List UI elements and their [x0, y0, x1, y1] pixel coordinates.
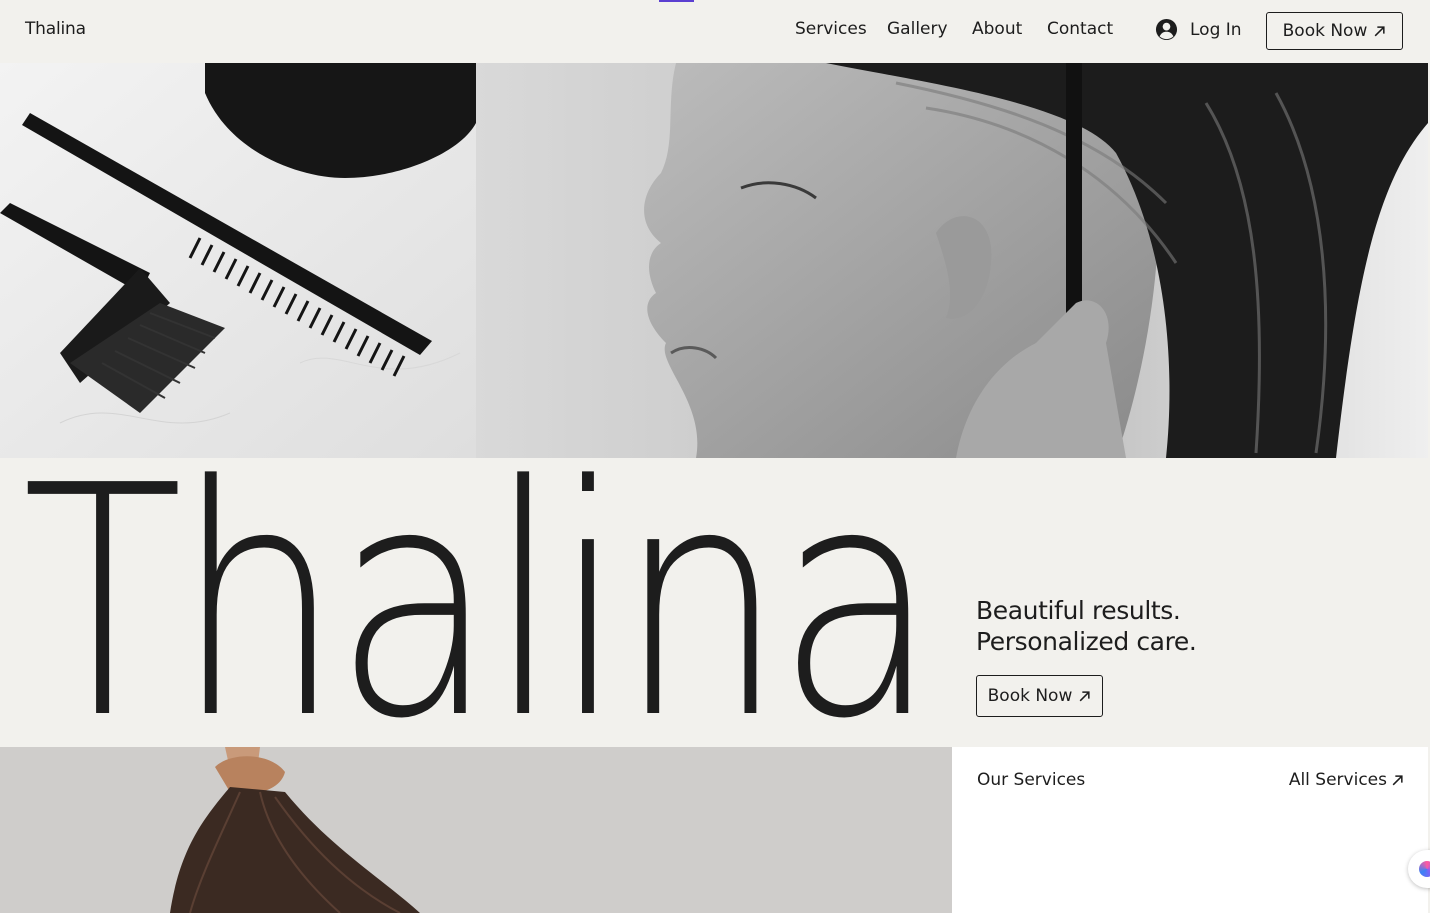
- nav-gallery[interactable]: Gallery: [887, 19, 948, 39]
- services-heading: Our Services: [977, 770, 1086, 790]
- chat-widget-icon: [1419, 861, 1430, 877]
- tagline-line-1: Beautiful results.: [976, 596, 1181, 625]
- login-button[interactable]: Log In: [1155, 18, 1242, 41]
- brand-logo[interactable]: Thalina: [25, 19, 86, 39]
- book-now-label: Book Now: [1282, 21, 1368, 41]
- account-circle-icon: [1155, 18, 1178, 41]
- book-now-hero-label: Book Now: [987, 686, 1073, 706]
- services-image-hair: [0, 747, 952, 913]
- site-header: Thalina Services Gallery About Contact L…: [0, 0, 1430, 63]
- focus-indicator: [659, 0, 694, 2]
- book-now-hero-button[interactable]: Book Now: [976, 675, 1103, 717]
- hero-image-model: [476, 63, 1428, 458]
- services-panel: Our Services All Services: [952, 747, 1428, 913]
- hero-image-tools: [0, 63, 476, 458]
- hero-wordmark: Thalina: [22, 418, 938, 788]
- book-now-header-button[interactable]: Book Now: [1266, 12, 1403, 50]
- hero-tagline: Beautiful results. Personalized care.: [976, 595, 1197, 657]
- arrow-up-right-icon: [1374, 25, 1385, 36]
- nav-contact[interactable]: Contact: [1047, 19, 1113, 39]
- all-services-label: All Services: [1288, 770, 1387, 790]
- tagline-line-2: Personalized care.: [976, 627, 1197, 656]
- arrow-up-right-icon: [1392, 774, 1403, 785]
- login-label: Log In: [1190, 19, 1242, 40]
- nav-about[interactable]: About: [972, 19, 1022, 39]
- arrow-up-right-icon: [1079, 690, 1090, 701]
- nav-services[interactable]: Services: [795, 19, 867, 39]
- all-services-link[interactable]: All Services: [1289, 770, 1404, 790]
